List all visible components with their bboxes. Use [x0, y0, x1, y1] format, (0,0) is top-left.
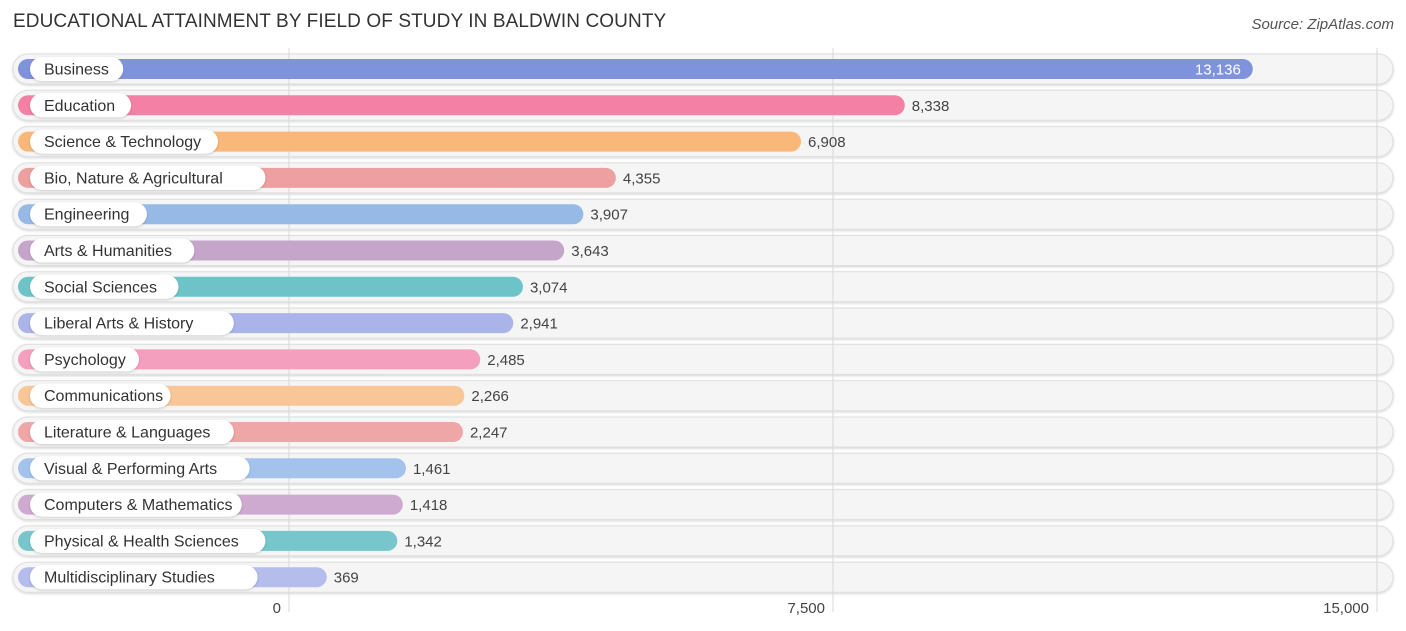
bar [18, 95, 905, 116]
value-label: 2,485 [487, 352, 525, 369]
category-label: Visual & Performing Arts [44, 461, 217, 478]
bar-chart: Business 13,136 Education 8,338 Science & Te… [12, 48, 1394, 617]
value-label: 6,908 [808, 134, 846, 151]
category-label: Education [44, 98, 115, 115]
category-label: Bio, Nature & Agricultural [44, 170, 223, 187]
category-label: Communications [44, 388, 163, 405]
value-label: 4,355 [623, 170, 661, 187]
value-label: 3,074 [530, 279, 568, 296]
value-label: 3,643 [571, 243, 609, 260]
x-tick-label: 0 [273, 600, 281, 617]
value-label: 2,266 [471, 388, 509, 405]
category-label: Psychology [44, 352, 126, 369]
value-label: 1,418 [410, 497, 448, 514]
category-label: Arts & Humanities [44, 243, 172, 260]
category-label: Social Sciences [44, 279, 157, 296]
x-tick-label: 15,000 [1323, 600, 1369, 617]
value-label: 2,247 [470, 425, 508, 442]
category-label: Science & Technology [44, 134, 201, 151]
value-label: 8,338 [912, 98, 950, 115]
value-label: 2,941 [520, 316, 558, 333]
bar [18, 59, 1253, 79]
category-label: Liberal Arts & History [44, 316, 193, 333]
x-tick-label: 7,500 [787, 600, 825, 617]
value-label: 1,342 [404, 533, 442, 550]
category-label: Multidisciplinary Studies [44, 570, 215, 587]
value-label: 13,136 [1195, 62, 1241, 79]
category-label: Engineering [44, 207, 129, 224]
category-label: Literature & Languages [44, 425, 210, 442]
value-label: 3,907 [590, 207, 628, 224]
category-label: Computers & Mathematics [44, 497, 233, 514]
category-label: Physical & Health Sciences [44, 533, 239, 550]
value-label: 1,461 [413, 461, 451, 478]
category-label: Business [44, 62, 109, 79]
value-label: 369 [334, 570, 359, 587]
